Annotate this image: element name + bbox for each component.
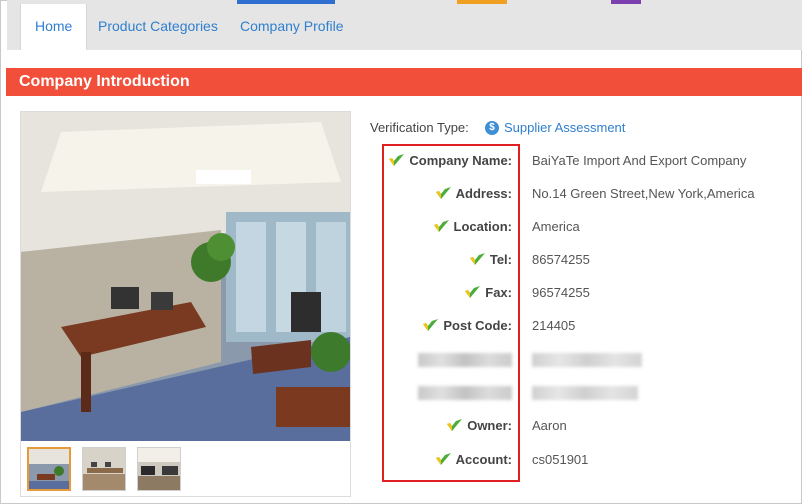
post-code-value: 214405 <box>532 318 576 333</box>
fax-value: 96574255 <box>532 285 590 300</box>
verification-type-label: Verification Type: <box>370 120 469 135</box>
photo-gallery <box>20 111 351 497</box>
address-value: No.14 Green Street,New York,America <box>532 186 755 201</box>
thumbnail-image <box>29 449 69 489</box>
account-value: cs051901 <box>532 452 589 467</box>
redacted-value <box>532 353 642 367</box>
supplier-assessment-link[interactable]: Supplier Assessment <box>504 120 625 135</box>
redacted-value <box>532 386 638 400</box>
tab-home[interactable]: Home <box>20 4 88 50</box>
supplier-assessment-icon: $ <box>485 121 499 135</box>
top-decoration <box>611 0 641 4</box>
thumbnail-image <box>83 448 125 490</box>
company-name-value: BaiYaTe Import And Export Company <box>532 153 747 168</box>
owner-value: Aaron <box>532 418 567 433</box>
gallery-thumbnail[interactable] <box>137 447 181 491</box>
top-decoration <box>457 0 507 4</box>
gallery-thumbnail[interactable] <box>27 447 71 491</box>
thumbnail-image <box>138 448 180 490</box>
location-value: America <box>532 219 580 234</box>
tab-company-profile[interactable]: Company Profile <box>226 4 358 50</box>
tel-value: 86574255 <box>532 252 590 267</box>
gallery-thumbnail[interactable] <box>82 447 126 491</box>
tab-product-categories[interactable]: Product Categories <box>84 4 232 50</box>
main-office-photo <box>21 112 350 441</box>
section-title: Company Introduction <box>6 68 802 96</box>
highlight-annotation-box <box>382 144 520 482</box>
